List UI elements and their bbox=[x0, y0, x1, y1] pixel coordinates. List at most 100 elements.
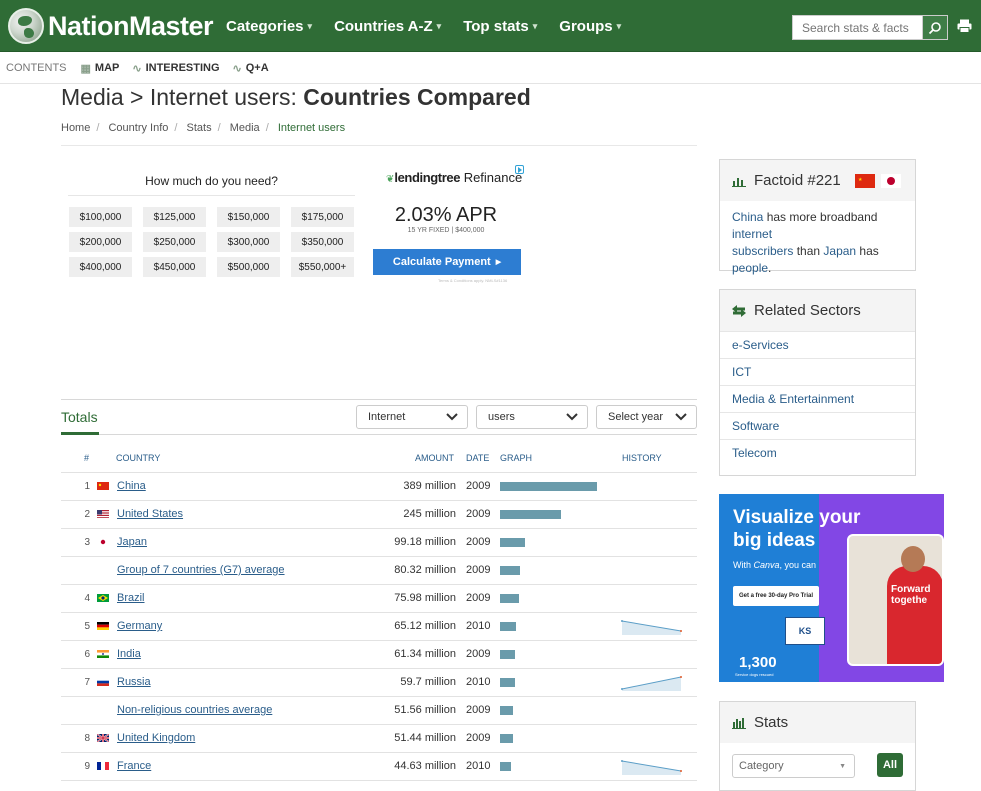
factoid-panel: Factoid #221 ★ China has more broadband … bbox=[719, 159, 916, 275]
sub-navigation: CONTENTS ▦ MAP ∿ INTERESTING ∿ Q+A bbox=[0, 53, 981, 84]
amount-cell: 59.7 million bbox=[400, 676, 456, 688]
site-logo[interactable]: NationMaster bbox=[8, 8, 214, 44]
print-icon[interactable] bbox=[957, 19, 972, 33]
country-link[interactable]: India bbox=[117, 648, 141, 660]
date-cell: 2009 bbox=[466, 648, 491, 660]
factoid-link-china[interactable]: China bbox=[732, 210, 763, 224]
chevron-down-icon bbox=[446, 413, 458, 421]
canva-stat: 1,300 bbox=[739, 654, 777, 671]
date-cell: 2010 bbox=[466, 676, 491, 688]
select-value: Select year bbox=[608, 411, 664, 423]
ad-amount-button[interactable]: $450,000 bbox=[143, 257, 206, 277]
rank-cell: 7 bbox=[84, 677, 90, 688]
contents-label: CONTENTS bbox=[6, 62, 67, 74]
header-amount[interactable]: AMOUNT bbox=[415, 453, 454, 463]
table-row: 3 Japan 99.18 million 2009 bbox=[61, 529, 697, 557]
factoid-link-internet[interactable]: internet bbox=[732, 227, 772, 241]
country-link[interactable]: Group of 7 countries (G7) average bbox=[117, 564, 285, 576]
canva-stat-caption: Service dogs rescued bbox=[735, 672, 774, 677]
date-cell: 2009 bbox=[466, 704, 491, 716]
sector-software[interactable]: Software bbox=[720, 412, 915, 439]
ad-apr-sub: 15 YR FIXED | $400,000 bbox=[407, 227, 485, 234]
menu-top-stats[interactable]: Top stats ▾ bbox=[463, 18, 537, 35]
country-link[interactable]: China bbox=[117, 480, 146, 492]
calculate-payment-button[interactable]: Calculate Payment ▶ bbox=[373, 249, 521, 275]
breadcrumb-home[interactable]: Home bbox=[61, 122, 90, 134]
rank-cell: 5 bbox=[84, 621, 90, 632]
menu-countries-az[interactable]: Countries A-Z ▾ bbox=[334, 18, 441, 35]
map-icon: ▦ bbox=[80, 62, 91, 75]
rank-cell: 9 bbox=[84, 761, 90, 772]
date-cell: 2009 bbox=[466, 592, 491, 604]
stats-category-select[interactable]: Category ▼ bbox=[732, 754, 855, 778]
country-link[interactable]: United Kingdom bbox=[117, 732, 195, 744]
table-row: 2 United States 245 million 2009 bbox=[61, 501, 697, 529]
ad-amount-button[interactable]: $200,000 bbox=[69, 232, 132, 252]
usa-flag-icon bbox=[97, 510, 109, 518]
canva-ad[interactable]: Visualize your big ideas With Canva, you … bbox=[719, 494, 944, 682]
factoid-link-japan[interactable]: Japan bbox=[823, 244, 856, 258]
main-menu: Categories ▾ Countries A-Z ▾ Top stats ▾ Gr… bbox=[226, 0, 643, 52]
sector-telecom[interactable]: Telecom bbox=[720, 439, 915, 466]
header-country[interactable]: COUNTRY bbox=[116, 453, 160, 463]
ad-amount-button[interactable]: $550,000+ bbox=[291, 257, 354, 277]
china-flag-icon: ★ bbox=[854, 173, 875, 188]
factoid-link-people[interactable]: people bbox=[732, 261, 768, 275]
japan-flag-icon bbox=[880, 173, 901, 188]
amount-cell: 80.32 million bbox=[394, 564, 456, 576]
breadcrumb-country-info[interactable]: Country Info bbox=[108, 122, 168, 134]
history-sparkline[interactable] bbox=[621, 757, 683, 775]
stats-all-button[interactable]: All bbox=[877, 753, 903, 777]
china-flag-icon bbox=[97, 482, 109, 490]
ad-amount-button[interactable]: $100,000 bbox=[69, 207, 132, 227]
adchoices-icon[interactable] bbox=[515, 165, 524, 174]
country-link[interactable]: Brazil bbox=[117, 592, 145, 604]
sector-ict[interactable]: ICT bbox=[720, 358, 915, 385]
russia-flag-icon bbox=[97, 678, 109, 686]
history-sparkline[interactable] bbox=[621, 673, 683, 691]
year-select[interactable]: Select year bbox=[596, 405, 697, 429]
table-row: 7 Russia 59.7 million 2010 bbox=[61, 669, 697, 697]
ad-amount-button[interactable]: $125,000 bbox=[143, 207, 206, 227]
chevron-down-icon bbox=[675, 413, 687, 421]
factoid-link-subscribers[interactable]: subscribers bbox=[732, 244, 793, 258]
ad-amount-button[interactable]: $175,000 bbox=[291, 207, 354, 227]
country-link[interactable]: Germany bbox=[117, 620, 162, 632]
breadcrumb-stats[interactable]: Stats bbox=[187, 122, 212, 134]
ad-amount-button[interactable]: $300,000 bbox=[217, 232, 280, 252]
metric-select[interactable]: users bbox=[476, 405, 588, 429]
breadcrumb-media[interactable]: Media bbox=[230, 122, 260, 134]
search-button[interactable] bbox=[922, 15, 948, 40]
related-title: Related Sectors bbox=[754, 302, 861, 319]
country-link[interactable]: Japan bbox=[117, 536, 147, 548]
ad-amount-button[interactable]: $500,000 bbox=[217, 257, 280, 277]
subnav-interesting[interactable]: ∿ INTERESTING bbox=[132, 62, 219, 75]
sector-e-services[interactable]: e-Services bbox=[720, 331, 915, 358]
subnav-map[interactable]: ▦ MAP bbox=[81, 62, 120, 75]
ad-amount-button[interactable]: $150,000 bbox=[217, 207, 280, 227]
country-link[interactable]: Russia bbox=[117, 676, 151, 688]
sector-media-entertainment[interactable]: Media & Entertainment bbox=[720, 385, 915, 412]
search-input[interactable] bbox=[792, 15, 922, 40]
graph-bar bbox=[500, 762, 511, 771]
tab-totals[interactable]: Totals bbox=[61, 409, 98, 425]
country-link[interactable]: France bbox=[117, 760, 151, 772]
category-select[interactable]: Internet bbox=[356, 405, 468, 429]
subnav-qa[interactable]: ∿ Q+A bbox=[233, 62, 269, 75]
history-sparkline[interactable] bbox=[621, 617, 683, 635]
select-value: Category bbox=[739, 760, 784, 772]
ad-amount-button[interactable]: $250,000 bbox=[143, 232, 206, 252]
date-cell: 2009 bbox=[466, 564, 491, 576]
country-link[interactable]: United States bbox=[117, 508, 183, 520]
breadcrumb: Home / Country Info / Stats / Media / Intern… bbox=[61, 122, 345, 134]
country-link[interactable]: Non-religious countries average bbox=[117, 704, 272, 716]
menu-groups[interactable]: Groups ▾ bbox=[559, 18, 621, 35]
lendingtree-logo[interactable]: ❦lendingtree Refinance bbox=[386, 170, 522, 185]
ad-amount-button[interactable]: $350,000 bbox=[291, 232, 354, 252]
header-date[interactable]: DATE bbox=[466, 453, 489, 463]
menu-categories[interactable]: Categories ▾ bbox=[226, 18, 312, 35]
photo-text: Forward bbox=[891, 584, 931, 595]
ad-amount-button[interactable]: $400,000 bbox=[69, 257, 132, 277]
breadcrumb-separator: / bbox=[217, 122, 221, 134]
canva-trial-button[interactable]: Get a free 30-day Pro Trial bbox=[733, 586, 819, 606]
